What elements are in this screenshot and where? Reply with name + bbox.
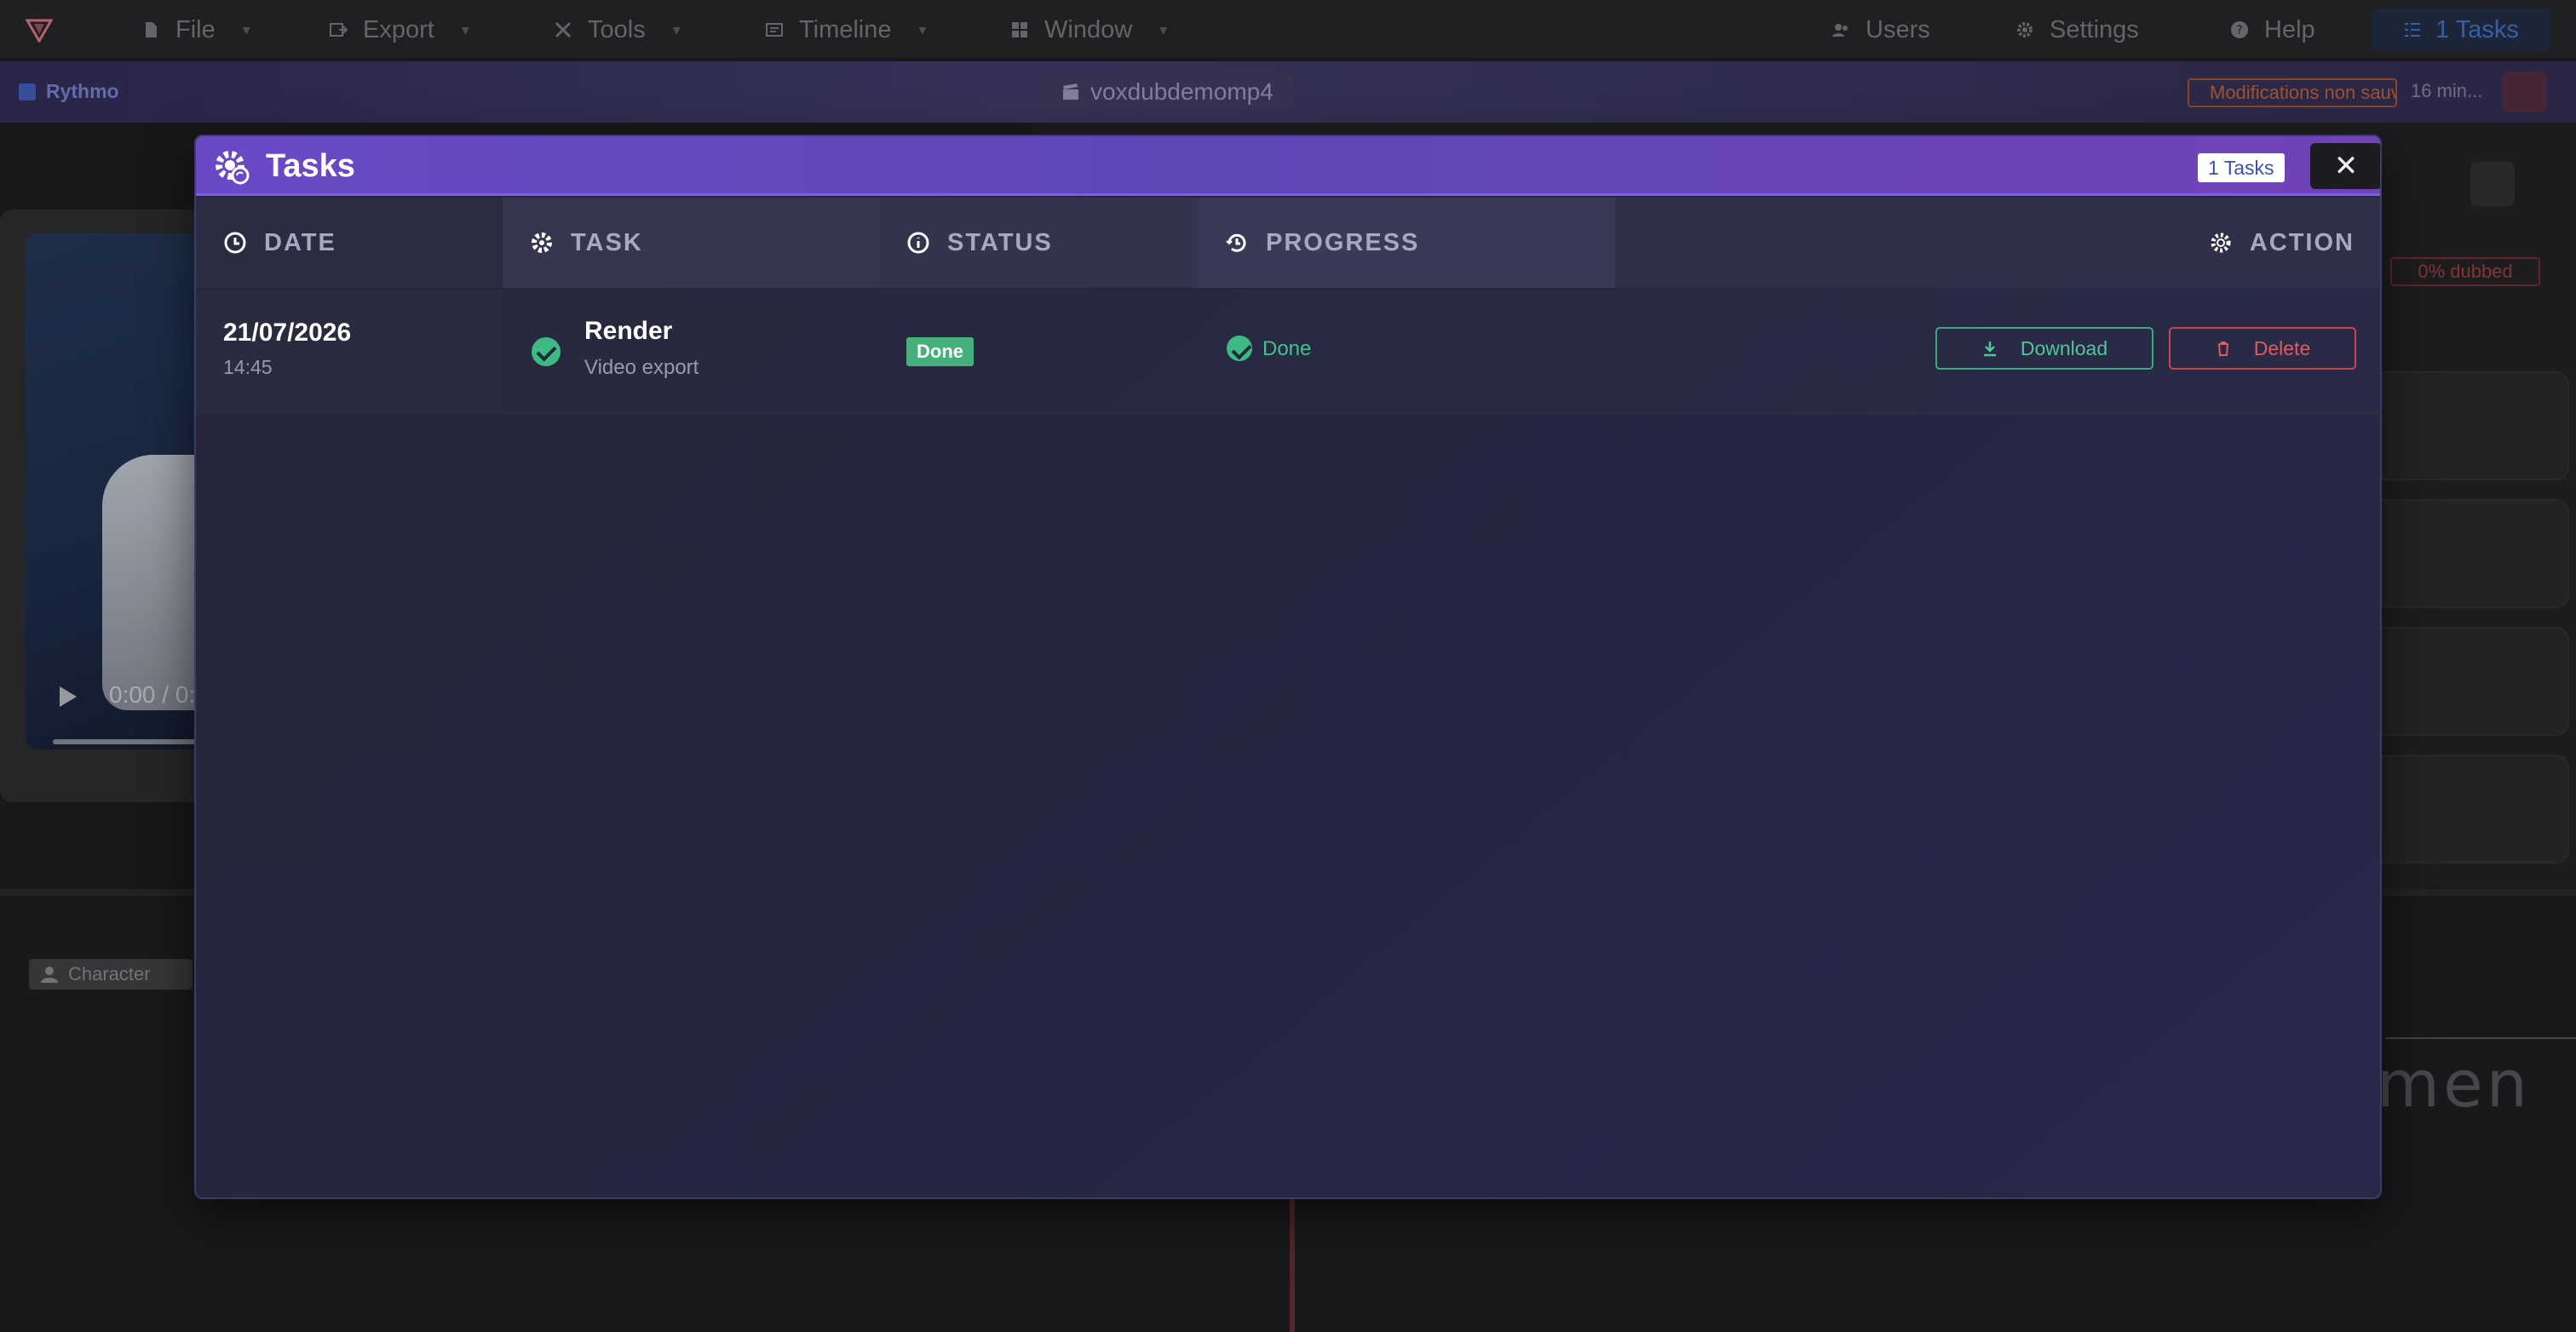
column-progress-label: PROGRESS — [1266, 228, 1420, 256]
column-progress[interactable]: PROGRESS — [1198, 198, 1615, 288]
cog-icon — [2211, 233, 2231, 253]
trash-icon — [2217, 342, 2228, 356]
column-task[interactable]: TASK — [503, 198, 879, 288]
task-name: Render — [584, 317, 673, 345]
modal-title: Tasks — [266, 148, 355, 184]
close-icon: ✕ — [2333, 150, 2359, 182]
column-action[interactable]: ACTION — [1615, 198, 2380, 288]
tasks-modal: Tasks 1 Tasks ✕ DATE TASK STATUS PROGRES… — [194, 135, 2382, 1199]
download-button[interactable]: Download — [1935, 327, 2153, 370]
status-badge: Done — [906, 337, 974, 366]
date-cell: 21/07/2026 14:45 — [196, 290, 503, 414]
task-time: 14:45 — [223, 356, 273, 378]
history-icon — [1226, 233, 1246, 252]
close-button[interactable]: ✕ — [2310, 143, 2380, 189]
modal-header: Tasks 1 Tasks ✕ — [196, 136, 2380, 196]
task-date: 21/07/2026 — [223, 319, 352, 347]
download-button-label: Download — [2020, 336, 2108, 359]
column-action-label: ACTION — [2249, 228, 2355, 256]
delete-button[interactable]: Delete — [2169, 327, 2356, 370]
table-row: 21/07/2026 14:45 Render Video export Don… — [196, 290, 2380, 414]
gear-icon — [532, 233, 552, 253]
column-status-label: STATUS — [947, 228, 1053, 256]
check-circle-icon — [532, 337, 561, 366]
task-count-badge: 1 Tasks — [2198, 153, 2285, 182]
gear-sync-icon — [216, 151, 250, 185]
progress-text: Done — [1262, 337, 1312, 360]
info-icon — [907, 232, 929, 254]
column-status[interactable]: STATUS — [879, 198, 1198, 288]
download-icon — [1983, 342, 1996, 357]
column-date-label: DATE — [264, 228, 336, 256]
delete-button-label: Delete — [2253, 336, 2311, 359]
check-circle-icon — [1227, 336, 1252, 361]
task-description: Video export — [584, 356, 699, 379]
clock-icon — [224, 232, 246, 254]
column-task-label: TASK — [571, 228, 643, 256]
table-header: DATE TASK STATUS PROGRESS ACTION — [196, 198, 2380, 288]
column-date[interactable]: DATE — [196, 198, 503, 288]
